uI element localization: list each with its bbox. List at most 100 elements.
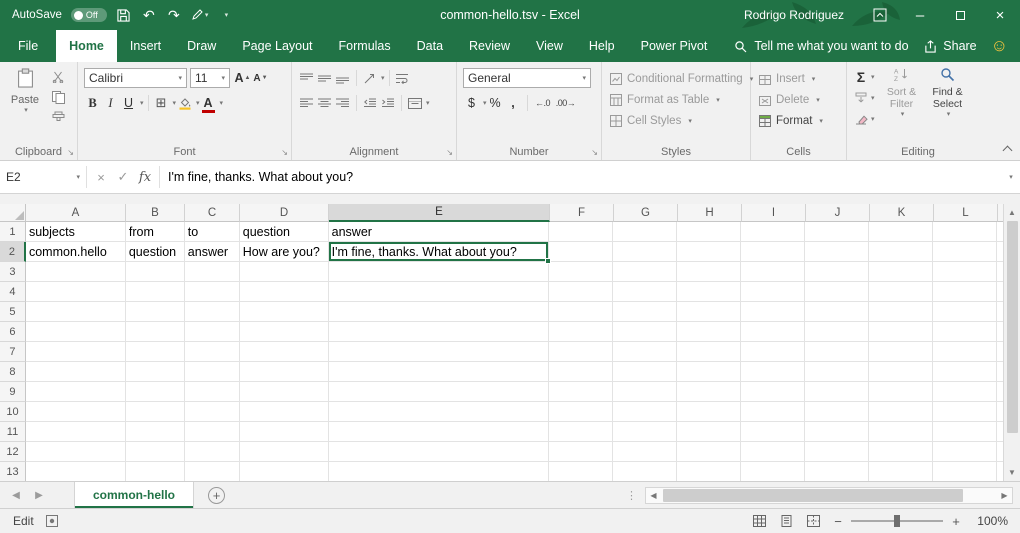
- cell-A3[interactable]: [26, 262, 126, 282]
- cell-K5[interactable]: [869, 302, 933, 322]
- borders-button[interactable]: ⊞: [153, 94, 170, 113]
- cell-G9[interactable]: [613, 382, 677, 402]
- cell-B12[interactable]: [126, 442, 185, 462]
- accounting-format-button[interactable]: $: [463, 94, 480, 113]
- underline-button[interactable]: U: [120, 94, 137, 113]
- cell-B13[interactable]: [126, 462, 185, 481]
- save-button[interactable]: [116, 4, 132, 26]
- cell-I1[interactable]: [741, 222, 805, 242]
- row-header-7[interactable]: 7: [0, 342, 26, 362]
- increase-font-size-button[interactable]: A▲: [234, 69, 251, 88]
- cell-B1[interactable]: from: [126, 222, 185, 242]
- align-right-button[interactable]: [334, 94, 351, 113]
- delete-button[interactable]: Delete▾: [757, 89, 841, 110]
- cell-A12[interactable]: [26, 442, 126, 462]
- cell-C8[interactable]: [185, 362, 240, 382]
- sheet-tab-common-hello[interactable]: common-hello: [74, 482, 194, 508]
- cell-I12[interactable]: [741, 442, 805, 462]
- row-header-12[interactable]: 12: [0, 442, 26, 462]
- cell-C13[interactable]: [185, 462, 240, 481]
- cell-E7[interactable]: [329, 342, 550, 362]
- cell-L10[interactable]: [933, 402, 997, 422]
- cell-I11[interactable]: [741, 422, 805, 442]
- tab-review[interactable]: Review: [456, 30, 523, 62]
- cell-B6[interactable]: [126, 322, 185, 342]
- cell-J1[interactable]: [805, 222, 869, 242]
- cell-K9[interactable]: [869, 382, 933, 402]
- merge-center-button[interactable]: [406, 94, 423, 113]
- row-header-13[interactable]: 13: [0, 462, 26, 481]
- increase-decimal-button[interactable]: ←.0: [532, 94, 554, 113]
- cell-J11[interactable]: [805, 422, 869, 442]
- cell-H5[interactable]: [677, 302, 741, 322]
- cell-F4[interactable]: [549, 282, 613, 302]
- cell-H13[interactable]: [677, 462, 741, 481]
- cell-F6[interactable]: [549, 322, 613, 342]
- cell-A4[interactable]: [26, 282, 126, 302]
- cell-A7[interactable]: [26, 342, 126, 362]
- col-header-J[interactable]: J: [806, 204, 870, 222]
- cell-B8[interactable]: [126, 362, 185, 382]
- clear-button[interactable]: ▾: [853, 108, 875, 129]
- cell-E3[interactable]: [329, 262, 550, 282]
- scroll-right-icon[interactable]: ▶: [997, 488, 1012, 503]
- cell-L8[interactable]: [933, 362, 997, 382]
- cell-F2[interactable]: [549, 242, 613, 262]
- cell-J9[interactable]: [805, 382, 869, 402]
- cell-H11[interactable]: [677, 422, 741, 442]
- cell-A11[interactable]: [26, 422, 126, 442]
- cell-D4[interactable]: [240, 282, 329, 302]
- cell-E8[interactable]: [329, 362, 550, 382]
- cell-K4[interactable]: [869, 282, 933, 302]
- previous-sheet-button[interactable]: ◀: [9, 490, 23, 501]
- sort-filter-button[interactable]: AZ Sort & Filter ▾: [879, 66, 925, 129]
- cell-D7[interactable]: [240, 342, 329, 362]
- col-header-D[interactable]: D: [240, 204, 329, 222]
- cell-I7[interactable]: [741, 342, 805, 362]
- row-header-1[interactable]: 1: [0, 222, 26, 242]
- cell-J12[interactable]: [805, 442, 869, 462]
- cancel-entry-button[interactable]: ×: [91, 161, 111, 193]
- cell-L6[interactable]: [933, 322, 997, 342]
- cell-L13[interactable]: [933, 462, 997, 481]
- col-header-E[interactable]: E: [329, 204, 550, 222]
- redo-button[interactable]: ↷: [166, 4, 182, 26]
- cell-E10[interactable]: [329, 402, 550, 422]
- cell-L4[interactable]: [933, 282, 997, 302]
- align-center-button[interactable]: [316, 94, 333, 113]
- share-button[interactable]: Share: [924, 30, 976, 62]
- cell-F12[interactable]: [549, 442, 613, 462]
- formula-input[interactable]: I'm fine, thanks. What about you?: [160, 161, 1000, 193]
- cell-B2[interactable]: question: [126, 242, 185, 262]
- cell-G5[interactable]: [613, 302, 677, 322]
- cell-C6[interactable]: [185, 322, 240, 342]
- cell-H12[interactable]: [677, 442, 741, 462]
- col-header-H[interactable]: H: [678, 204, 742, 222]
- cell-G4[interactable]: [613, 282, 677, 302]
- horizontal-scrollbar-thumb[interactable]: [663, 489, 963, 502]
- autosum-button[interactable]: Σ▾: [853, 66, 875, 87]
- next-sheet-button[interactable]: ▶: [32, 490, 46, 501]
- row-header-6[interactable]: 6: [0, 322, 26, 342]
- cell-H8[interactable]: [677, 362, 741, 382]
- bottom-align-button[interactable]: [334, 69, 351, 88]
- page-layout-view-button[interactable]: [778, 513, 795, 529]
- col-header-A[interactable]: A: [26, 204, 126, 222]
- cell-J10[interactable]: [805, 402, 869, 422]
- scroll-up-icon[interactable]: ▲: [1004, 204, 1020, 221]
- cell-H7[interactable]: [677, 342, 741, 362]
- cell-F5[interactable]: [549, 302, 613, 322]
- cell-G6[interactable]: [613, 322, 677, 342]
- vertical-scrollbar[interactable]: ▲ ▼: [1003, 204, 1020, 481]
- horizontal-scrollbar[interactable]: ◀ ▶: [645, 487, 1013, 504]
- cell-E5[interactable]: [329, 302, 550, 322]
- cell-B11[interactable]: [126, 422, 185, 442]
- cell-G3[interactable]: [613, 262, 677, 282]
- align-left-button[interactable]: [298, 94, 315, 113]
- cell-C1[interactable]: to: [185, 222, 240, 242]
- cell-G10[interactable]: [613, 402, 677, 422]
- zoom-out-button[interactable]: −: [832, 514, 844, 529]
- cell-F8[interactable]: [549, 362, 613, 382]
- cell-J3[interactable]: [805, 262, 869, 282]
- cell-H3[interactable]: [677, 262, 741, 282]
